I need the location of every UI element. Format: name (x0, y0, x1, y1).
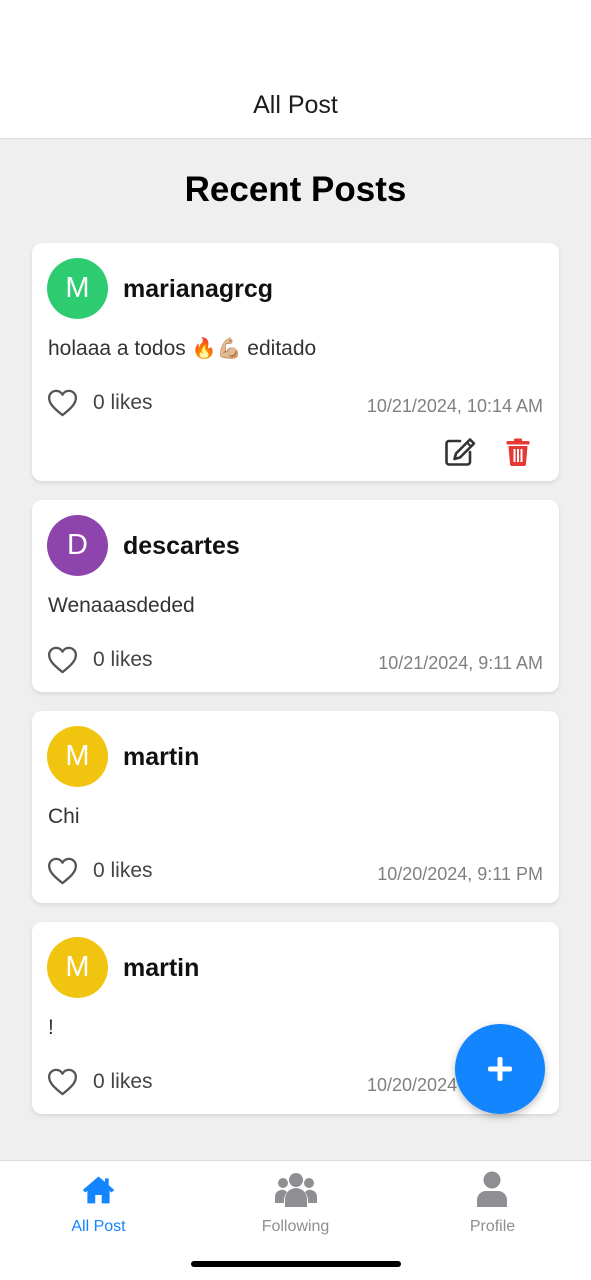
avatar[interactable]: D (47, 515, 108, 576)
post-text: holaaa a todos (48, 337, 186, 360)
post-emoji: 🔥💪🏼 (191, 338, 242, 360)
section-title: Recent Posts (184, 170, 407, 209)
likes-count: 0 likes (93, 648, 153, 671)
likes-count: 0 likes (93, 859, 153, 882)
users-icon (275, 1173, 317, 1207)
add-post-button[interactable] (455, 1024, 545, 1114)
likes-count: 0 likes (93, 391, 153, 414)
avatar[interactable]: M (47, 726, 108, 787)
tab-label: Following (261, 1218, 330, 1235)
home-icon (82, 1176, 115, 1204)
post-text-suffix: editado (247, 337, 317, 360)
post-card: M marianagrcg holaaa a todos 🔥💪🏼 editado… (32, 243, 559, 481)
post-card: M martin Chi 0 likes 10/20/2024, 9:11 PM (32, 711, 559, 903)
post-timestamp: 10/20/2024 (367, 1075, 458, 1095)
heart-icon[interactable] (47, 857, 78, 885)
post-card: D descartes Wenaaasdeded 0 likes 10/21/2… (32, 500, 559, 692)
post-actions (444, 437, 530, 467)
post-username[interactable]: marianagrcg (123, 274, 273, 304)
avatar[interactable]: M (47, 937, 108, 998)
post-timestamp: 10/20/2024, 9:11 PM (377, 864, 543, 884)
like-row: 0 likes (47, 857, 153, 885)
likes-count: 0 likes (93, 1070, 153, 1093)
tab-profile[interactable]: Profile (394, 1161, 591, 1251)
post-username[interactable]: descartes (123, 531, 240, 561)
delete-icon[interactable] (506, 438, 530, 466)
plus-icon (488, 1057, 512, 1081)
like-row: 0 likes (47, 646, 153, 674)
avatar[interactable]: M (47, 258, 108, 319)
tab-following[interactable]: Following (197, 1161, 394, 1251)
post-content: holaaa a todos 🔥💪🏼 editado (48, 336, 316, 362)
tab-all-post[interactable]: All Post (0, 1161, 197, 1251)
navigation-header: All Post (0, 0, 591, 139)
post-content: ! (48, 1016, 54, 1039)
heart-icon[interactable] (47, 1068, 78, 1096)
header-title: All Post (253, 91, 338, 119)
post-content: Chi (48, 805, 80, 828)
tab-label: Profile (469, 1218, 516, 1235)
home-indicator (191, 1261, 401, 1267)
user-icon (477, 1171, 507, 1207)
heart-icon[interactable] (47, 389, 78, 417)
tab-label: All Post (71, 1218, 126, 1235)
post-timestamp: 10/21/2024, 10:14 AM (366, 396, 543, 416)
post-content: Wenaaasdeded (48, 594, 195, 617)
post-timestamp: 10/21/2024, 9:11 AM (378, 653, 543, 673)
edit-icon[interactable] (444, 437, 476, 467)
heart-icon[interactable] (47, 646, 78, 674)
post-username[interactable]: martin (123, 742, 199, 772)
like-row: 0 likes (47, 389, 153, 417)
app-screen: All Post Recent Posts M marianagrcg hola… (0, 0, 591, 1280)
post-username[interactable]: martin (123, 953, 199, 983)
like-row: 0 likes (47, 1068, 153, 1096)
